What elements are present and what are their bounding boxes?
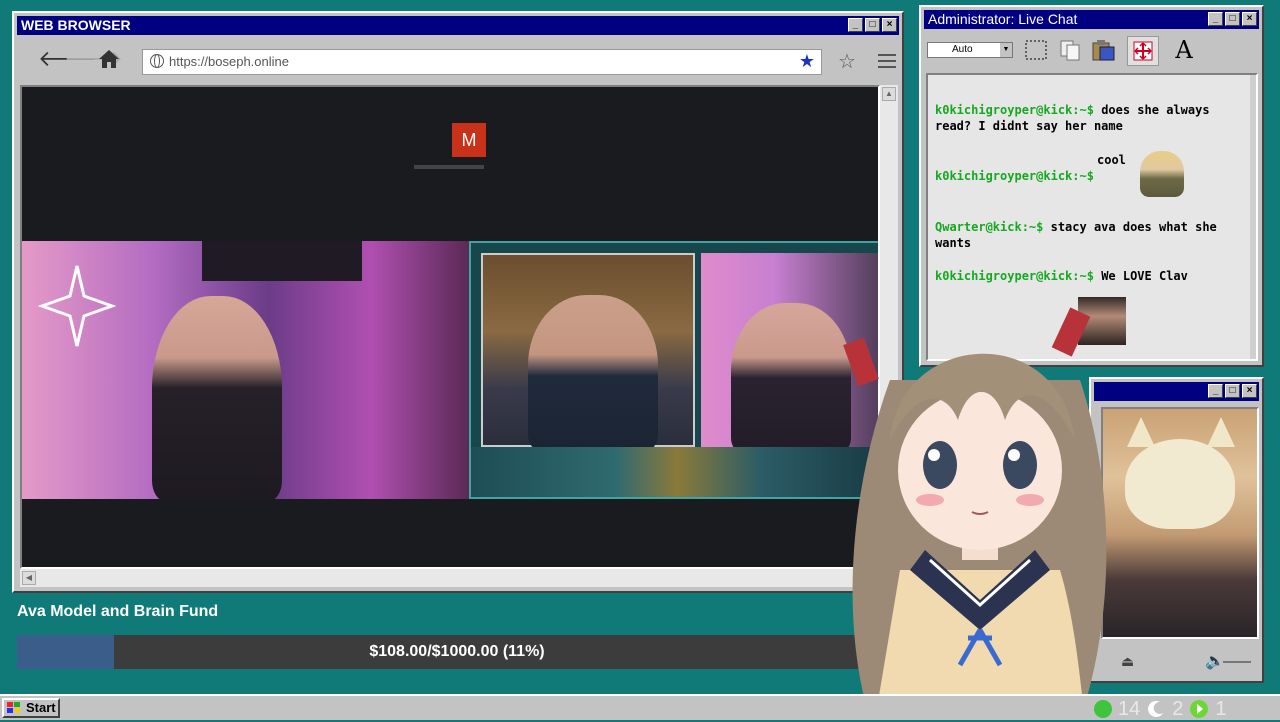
address-bar[interactable]: https://boseph.online ★	[142, 49, 822, 75]
minimize-button[interactable]: _	[1208, 384, 1223, 398]
maximize-button[interactable]: □	[1225, 384, 1240, 398]
scroll-up-icon[interactable]: ▲	[882, 87, 896, 101]
green-status-icon[interactable]	[1094, 700, 1112, 718]
zoom-value: Auto	[952, 44, 973, 55]
meeting-avatar-caption	[414, 165, 484, 169]
browser-window: WEB BROWSER _ □ × 🡐 🡒 https://boseph.onl…	[12, 11, 904, 593]
meeting-avatar: M	[452, 123, 486, 157]
close-button[interactable]: ×	[1242, 384, 1257, 398]
horizontal-scrollbar[interactable]: ◀	[20, 569, 880, 587]
minimize-button[interactable]: _	[1208, 12, 1223, 26]
globe-icon	[150, 54, 164, 68]
eject-icon[interactable]: ⏏	[1121, 653, 1134, 670]
fund-progress-bar: $108.00/$1000.00 (11%)	[17, 635, 897, 669]
system-tray: 14 2 1	[1094, 696, 1227, 722]
maximize-button[interactable]: □	[865, 18, 880, 32]
fund-title: Ava Model and Brain Fund	[17, 603, 219, 620]
video-feed-right	[469, 241, 878, 499]
chat-titlebar[interactable]: Administrator: Live Chat _ □ ×	[924, 10, 1259, 29]
media-image	[1101, 407, 1259, 639]
browser-title: WEB BROWSER	[21, 17, 131, 33]
tray-count: 14	[1118, 697, 1141, 720]
volume-icon[interactable]: 🔈	[1205, 651, 1225, 671]
volume-slider[interactable]	[1223, 661, 1251, 663]
web-viewport[interactable]: M	[20, 85, 880, 569]
home-icon[interactable]	[98, 49, 120, 69]
paste-icon[interactable]	[1089, 36, 1119, 64]
copy-icon[interactable]	[1055, 36, 1085, 64]
browser-toolbar: 🡐 🡒 https://boseph.online ★ ☆	[20, 40, 896, 80]
fund-progress-label: $108.00/$1000.00 (11%)	[369, 643, 545, 660]
video-tile-host	[481, 253, 695, 451]
windows-logo-icon	[7, 702, 20, 713]
moon-icon[interactable]	[1146, 699, 1166, 719]
media-controls: ⏏ 🔈	[1101, 645, 1259, 679]
vtuber-avatar	[843, 307, 1107, 720]
chevron-down-icon[interactable]: ▼	[1000, 43, 1012, 57]
chat-scrollbar[interactable]	[1250, 75, 1256, 359]
hamburger-menu-icon[interactable]	[878, 54, 896, 72]
chat-username: k0kichigroyper@kick:~$	[935, 103, 1094, 117]
chat-message: Qwarter@kick:~$ stacy ava does what she …	[935, 219, 1225, 251]
url-text: https://boseph.online	[169, 54, 289, 69]
select-icon[interactable]	[1021, 36, 1051, 64]
zoom-select[interactable]: Auto ▼	[927, 42, 1013, 58]
browser-titlebar[interactable]: WEB BROWSER _ □ ×	[17, 16, 899, 35]
scroll-left-icon[interactable]: ◀	[22, 571, 36, 585]
bookmark-star-icon[interactable]: ★	[799, 51, 815, 72]
play-icon[interactable]	[1189, 699, 1209, 719]
chat-text: cool	[1097, 153, 1126, 167]
person-silhouette	[152, 296, 282, 499]
person-silhouette	[528, 295, 658, 451]
cat-ear	[1127, 417, 1155, 447]
character-head	[1125, 439, 1235, 529]
close-button[interactable]: ×	[882, 18, 897, 32]
favorites-star-icon[interactable]: ☆	[838, 49, 856, 74]
chat-username: k0kichigroyper@kick:~$	[935, 169, 1094, 183]
taskbar: Start 14 2 1	[0, 694, 1280, 720]
chat-message: k0kichigroyper@kick:~$ does she always r…	[935, 102, 1225, 134]
font-icon[interactable]: A	[1169, 36, 1199, 64]
chat-username: Qwarter@kick:~$	[935, 220, 1044, 234]
chat-title: Administrator: Live Chat	[928, 11, 1078, 27]
cat-ear	[1207, 417, 1235, 447]
video-feed-left	[22, 241, 469, 499]
video-lower-map	[471, 447, 878, 497]
arcane-logo-icon	[37, 265, 117, 347]
start-label: Start	[26, 700, 56, 715]
ascend-banner	[202, 241, 362, 281]
tray-count: 2	[1172, 697, 1184, 720]
chat-message: k0kichigroyper@kick:~$	[935, 168, 1225, 184]
close-button[interactable]: ×	[1242, 12, 1257, 26]
chat-toolbar: Auto ▼ A	[925, 32, 1258, 70]
minimize-button[interactable]: _	[848, 18, 863, 32]
start-button[interactable]: Start	[2, 698, 60, 718]
move-icon[interactable]	[1127, 36, 1159, 66]
maximize-button[interactable]: □	[1225, 12, 1240, 26]
tray-count: 1	[1215, 697, 1227, 720]
